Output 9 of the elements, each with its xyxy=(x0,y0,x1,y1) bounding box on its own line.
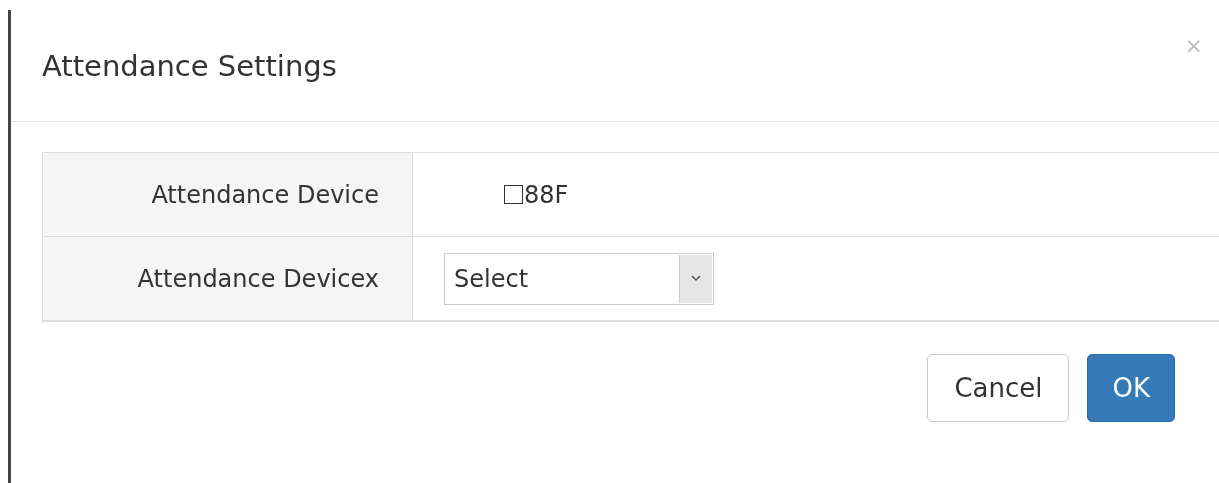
ok-button[interactable]: OK xyxy=(1087,354,1175,422)
checkbox[interactable] xyxy=(504,185,523,204)
select-dropdown[interactable]: Select xyxy=(444,252,714,305)
checkbox-label[interactable]: 88F xyxy=(524,180,569,209)
dialog-title: Attendance Settings xyxy=(42,48,337,83)
field-label: Attendance Devicex xyxy=(43,237,413,320)
caret-icon xyxy=(691,275,701,282)
cancel-button[interactable]: Cancel xyxy=(927,354,1070,422)
field-label: Attendance Device xyxy=(43,153,413,236)
